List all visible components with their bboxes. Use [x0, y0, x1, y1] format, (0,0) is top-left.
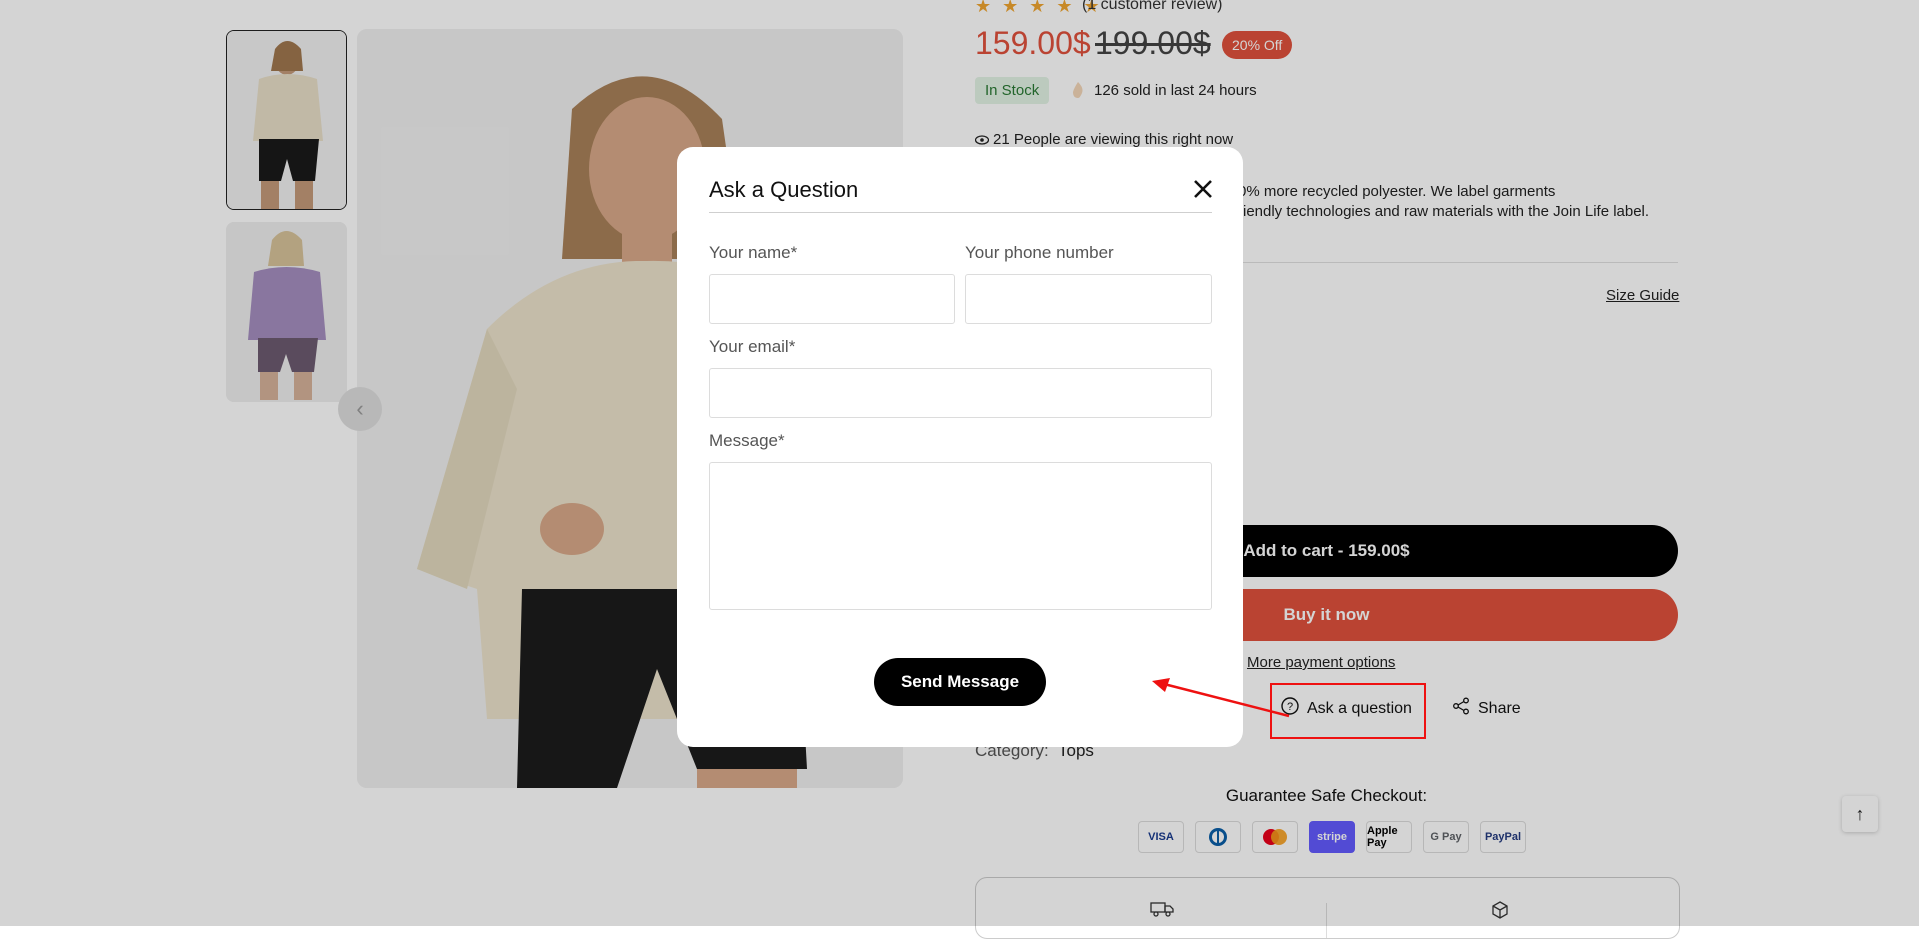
phone-label: Your phone number — [965, 243, 1114, 262]
modal-title: Ask a Question — [709, 177, 859, 202]
send-message-button[interactable]: Send Message — [874, 658, 1046, 706]
modal-divider — [709, 212, 1212, 213]
name-label: Your name* — [709, 243, 798, 262]
annotation-arrow-icon — [1152, 678, 1290, 718]
phone-input[interactable] — [965, 274, 1212, 324]
ask-question-modal: Ask a Question Your name* Your phone num… — [677, 147, 1243, 747]
close-icon — [1194, 180, 1212, 198]
message-textarea[interactable] — [709, 462, 1212, 610]
close-button[interactable] — [1189, 175, 1217, 203]
email-label: Your email* — [709, 337, 796, 356]
message-label: Message* — [709, 431, 785, 450]
email-input[interactable] — [709, 368, 1212, 418]
annotation-highlight-box — [1270, 683, 1426, 739]
name-input[interactable] — [709, 274, 955, 324]
